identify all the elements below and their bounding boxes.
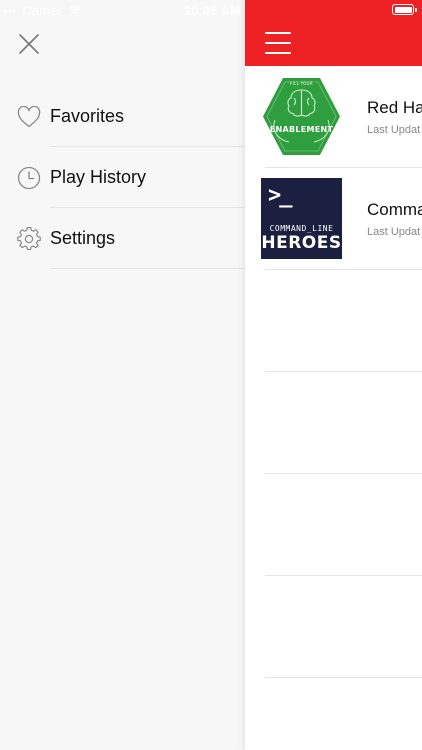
drawer-item-label: Play History bbox=[50, 167, 147, 187]
menu-button[interactable] bbox=[265, 32, 291, 54]
podcast-artwork-enablement: FILL YOUR ENABLEMENT bbox=[261, 76, 342, 157]
carrier-indicator: ••• Carrier bbox=[4, 3, 82, 18]
hamburger-line bbox=[265, 42, 291, 44]
podcast-row-command-line-heroes[interactable]: >_ COMMAND_LINE HEROES Comma Last Updat bbox=[245, 168, 422, 270]
artwork-line-fill-your: FILL YOUR bbox=[290, 81, 313, 86]
drawer-item-favorites[interactable]: Favorites bbox=[0, 86, 245, 147]
list-separator-row bbox=[245, 474, 422, 576]
podcast-list: FILL YOUR ENABLEMENT Red Hat Last Updat … bbox=[245, 66, 422, 678]
artwork-line-heroes: HEROES bbox=[261, 233, 342, 253]
wifi-icon bbox=[68, 6, 82, 16]
artwork-prompt: >_ bbox=[268, 183, 292, 208]
podcast-last-updated: Last Updat bbox=[367, 226, 421, 238]
drawer-item-play-history[interactable]: Play History bbox=[0, 147, 245, 208]
battery-icon bbox=[392, 4, 417, 15]
podcast-last-updated: Last Updat bbox=[367, 124, 421, 136]
clock-icon bbox=[16, 165, 42, 191]
podcast-artwork-command-line-heroes: >_ COMMAND_LINE HEROES bbox=[261, 178, 342, 259]
side-drawer: ••• Carrier 10:05 AM Favorites Play Hist… bbox=[0, 0, 245, 750]
signal-dots-icon: ••• bbox=[4, 5, 17, 16]
drawer-item-settings[interactable]: Settings bbox=[0, 208, 245, 269]
status-time: 10:05 AM bbox=[184, 3, 241, 18]
gear-icon bbox=[16, 226, 42, 252]
podcast-title: Comma bbox=[367, 200, 422, 219]
artwork-line-command-line: COMMAND_LINE bbox=[269, 224, 334, 233]
hamburger-line bbox=[265, 52, 291, 54]
top-navigation-bar bbox=[245, 0, 422, 66]
status-bar-left: ••• Carrier 10:05 AM bbox=[0, 0, 245, 22]
drawer-item-label: Favorites bbox=[50, 106, 125, 126]
main-panel: FILL YOUR ENABLEMENT Red Hat Last Updat … bbox=[245, 0, 422, 750]
hamburger-line bbox=[265, 32, 291, 34]
heart-icon bbox=[16, 104, 42, 130]
close-drawer-button[interactable] bbox=[14, 30, 44, 58]
podcast-row-red-hat[interactable]: FILL YOUR ENABLEMENT Red Hat Last Updat bbox=[245, 66, 422, 168]
artwork-line-enablement: ENABLEMENT bbox=[269, 125, 334, 134]
podcast-title: Red Hat bbox=[367, 98, 422, 117]
close-icon bbox=[19, 34, 39, 54]
carrier-name: Carrier bbox=[22, 3, 63, 18]
list-separator-row bbox=[245, 270, 422, 372]
list-separator-row bbox=[245, 576, 422, 678]
drawer-item-label: Settings bbox=[50, 228, 116, 248]
drawer-menu: Favorites Play History Settings bbox=[0, 86, 245, 269]
list-separator-row bbox=[245, 372, 422, 474]
